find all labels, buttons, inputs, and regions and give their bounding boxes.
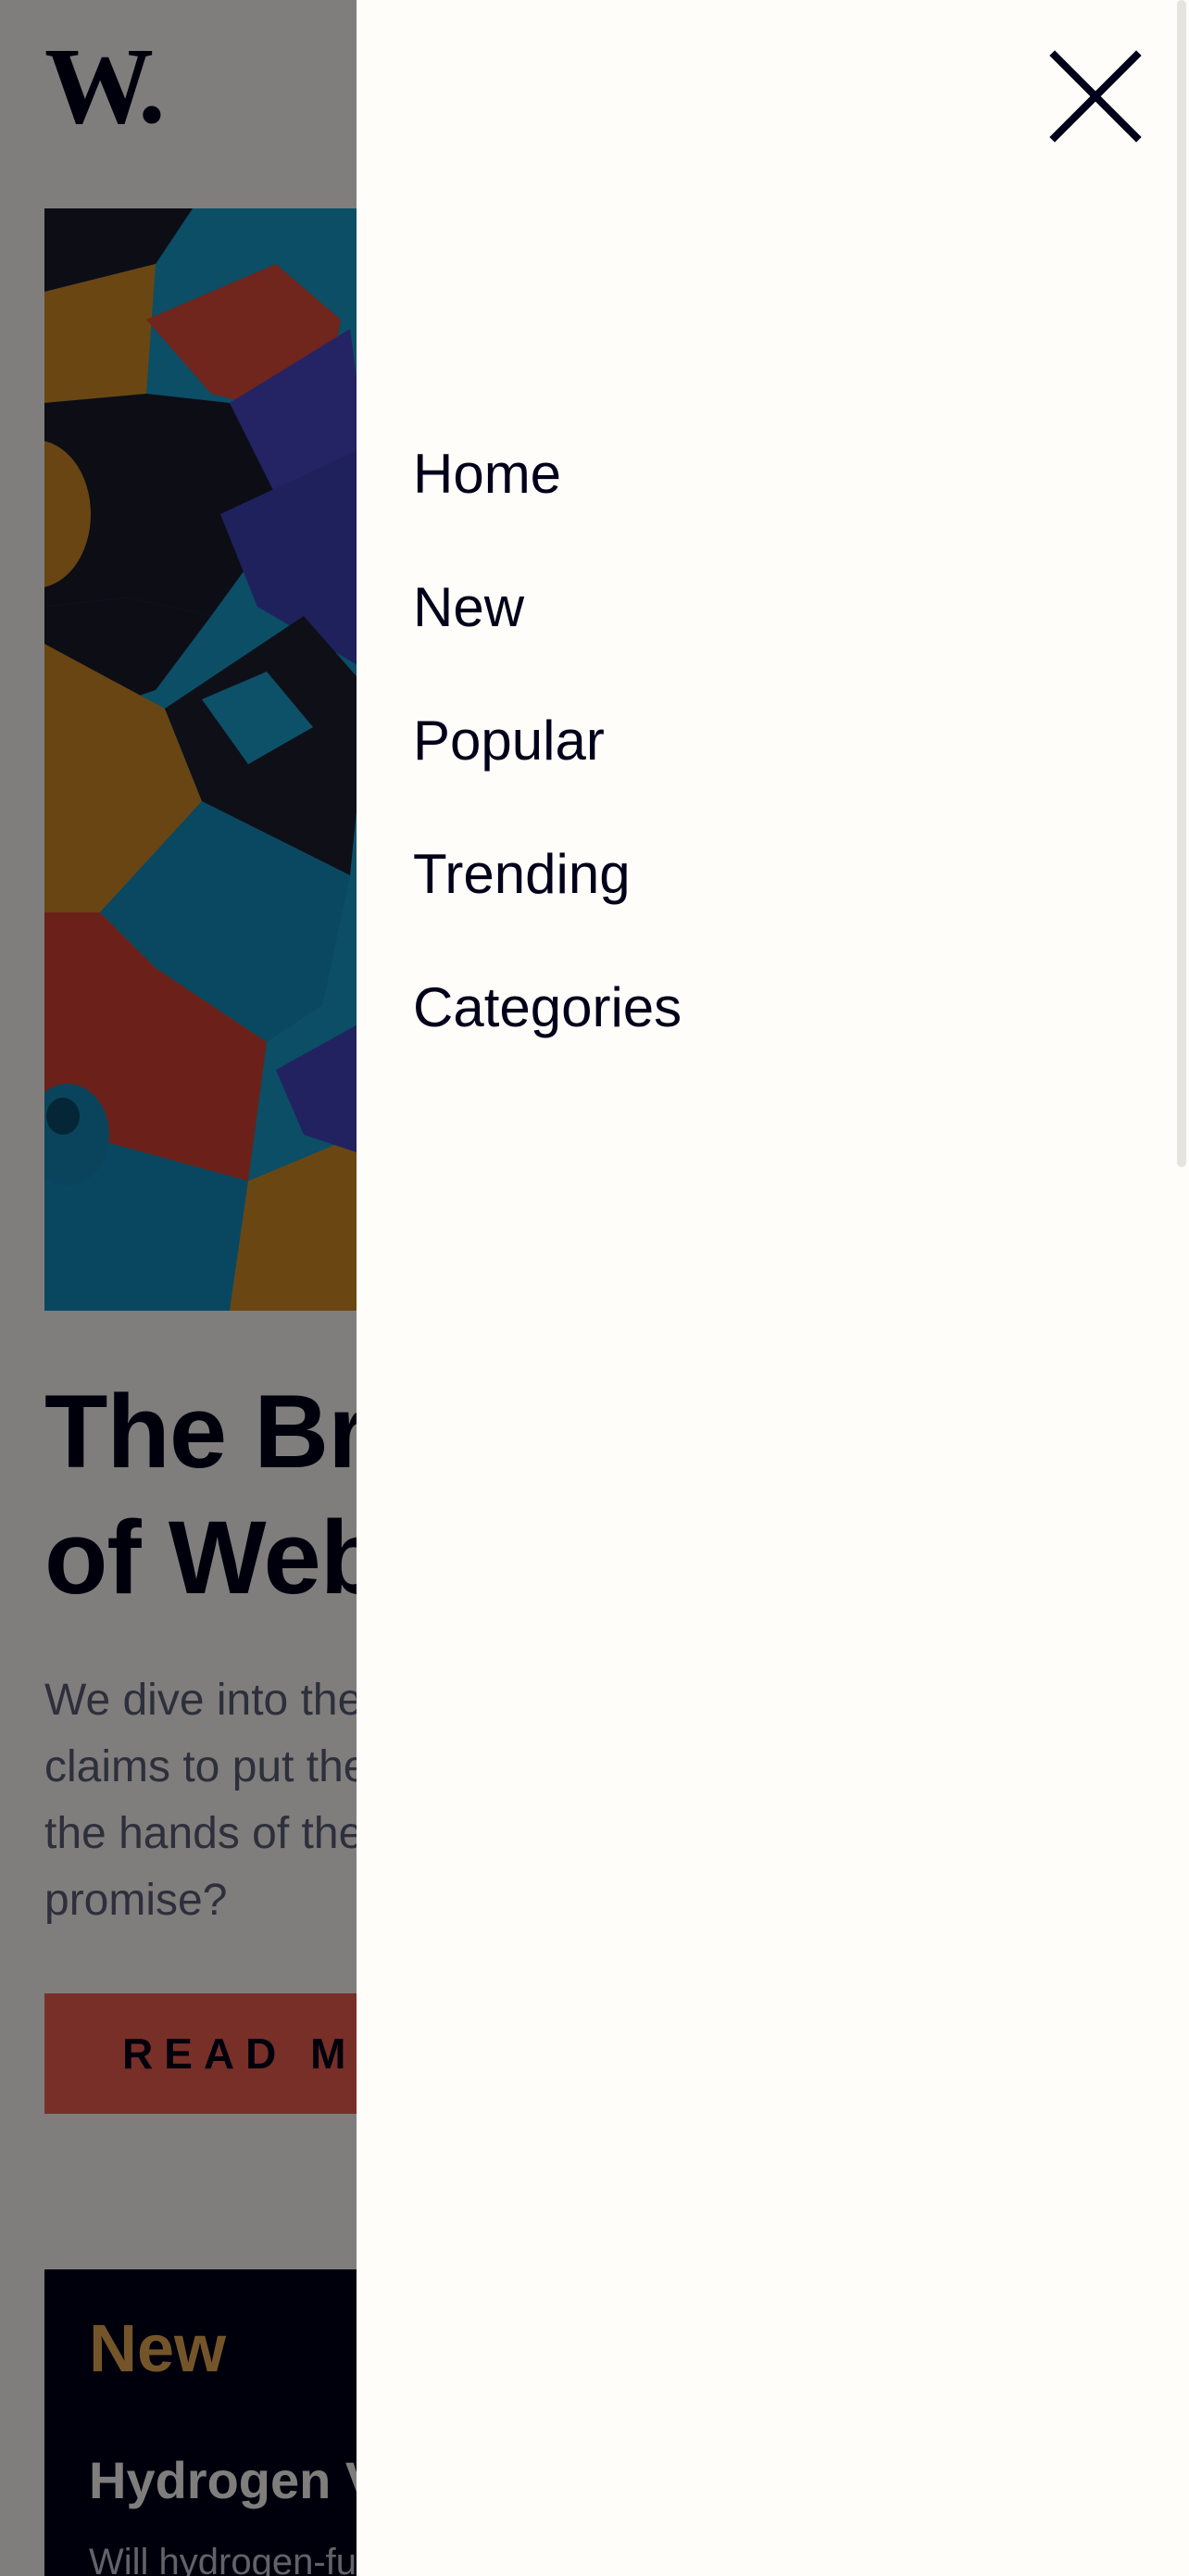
drawer-scrollbar[interactable]	[1177, 0, 1186, 1167]
navigation-drawer: Home New Popular Trending Categories	[357, 0, 1189, 2576]
viewport: W.	[0, 0, 1189, 2576]
nav-item-home[interactable]: Home	[413, 408, 682, 541]
nav-item-new[interactable]: New	[413, 541, 682, 674]
nav-item-categories[interactable]: Categories	[413, 941, 682, 1074]
nav-item-trending[interactable]: Trending	[413, 808, 682, 941]
close-icon	[1049, 50, 1142, 143]
drawer-nav-list: Home New Popular Trending Categories	[413, 408, 682, 1074]
nav-item-popular[interactable]: Popular	[413, 674, 682, 808]
close-menu-button[interactable]	[1040, 35, 1151, 146]
